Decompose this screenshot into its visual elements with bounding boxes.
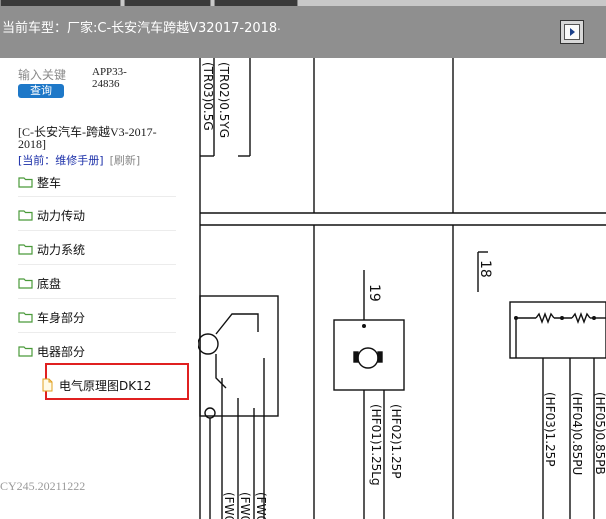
build-version: CY245.20211222 [0,479,86,493]
wire-label: (FW0 [238,492,252,519]
current-manual-line: [当前：维修手册] [刷新] [18,152,140,168]
title-bar: 当前车型：厂家:C-长安汽车跨越V32017-2018 . [0,6,606,58]
tree-item-label: 动力传动 [37,208,86,223]
tree-item-body[interactable]: 车身部分 [18,307,85,327]
divider [18,332,176,333]
search-input[interactable] [18,67,78,83]
title-suffix: . [277,19,281,33]
wire-label: (HF05)0.85PB [593,392,606,475]
refresh-link[interactable]: [刷新] [110,154,141,167]
folder-icon [18,278,33,289]
wire-label: (HF04)0.85PU [570,392,584,475]
folder-icon [18,210,33,221]
divider [18,230,176,231]
tree-item-label: 底盘 [37,276,62,291]
current-model: [C-长安汽车-跨越V3-2017-2018] [18,125,157,151]
sidebar: 查询 APP33-24836 [C-长安汽车-跨越V3-2017-2018] [… [0,58,198,519]
panel-toggle-button[interactable] [560,20,584,44]
tree-item-label: 整车 [37,175,62,190]
window-title: 当前车型：厂家:C-长安汽车跨越V32017-2018 [2,21,278,36]
wire-label: (HF03)1.25P [543,392,557,467]
wire-label: (HF01)1.25Lg [369,404,383,486]
tree-item-electrical[interactable]: 电器部分 [18,341,85,361]
tree-item-vehicle[interactable]: 整车 [18,172,61,192]
folder-icon [18,244,33,255]
divider [18,298,176,299]
document-icon [42,378,53,392]
expand-icon [564,24,580,40]
wire-label: (FW0 [254,492,268,519]
tree-item-drivetrain[interactable]: 动力传动 [18,205,85,225]
connector-label: 18 [477,260,493,278]
divider [18,196,176,197]
wire-label: (TR02)0.5YG [217,62,231,138]
folder-icon [18,312,33,323]
tree-leaf-label: 电气原理图DK12 [59,378,152,393]
connector-label: 19 [366,284,382,302]
wire-label: (TR03)0.5G [201,62,215,131]
folder-icon [18,177,33,188]
folder-open-icon [18,346,33,357]
tree-item-powertrain[interactable]: 动力系统 [18,239,85,259]
wire-label: (HF02)1.25P [389,404,403,479]
wiring-diagram: (TR02)0.5YG (TR03)0.5G 19 18 (HF01)1.25L… [198,58,606,519]
divider [18,264,176,265]
app-version: APP33-24836 [92,66,127,90]
current-manual-label: [当前：维修手册] [18,154,104,167]
tree-item-label: 电器部分 [37,344,86,359]
wire-label: (FW0 [222,492,236,519]
tree-leaf-wiring-diagram[interactable]: 电气原理图DK12 [42,376,151,394]
tree-item-label: 动力系统 [37,242,86,257]
query-button[interactable]: 查询 [18,84,64,98]
tree-item-chassis[interactable]: 底盘 [18,273,61,293]
tree-item-label: 车身部分 [37,310,86,325]
